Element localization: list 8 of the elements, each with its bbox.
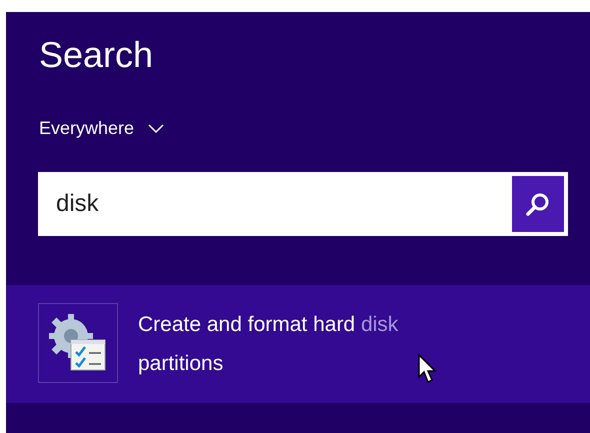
search-button[interactable] <box>508 172 568 236</box>
mouse-pointer-icon <box>418 354 438 384</box>
search-field[interactable]: disk <box>38 172 508 236</box>
search-result[interactable]: Create and format hard disk partitions <box>6 285 590 403</box>
search-icon <box>525 191 551 217</box>
search-title: Search <box>39 37 154 73</box>
result-text: Create and format hard disk partitions <box>138 312 400 377</box>
scope-dropdown[interactable]: Everywhere <box>39 115 164 142</box>
